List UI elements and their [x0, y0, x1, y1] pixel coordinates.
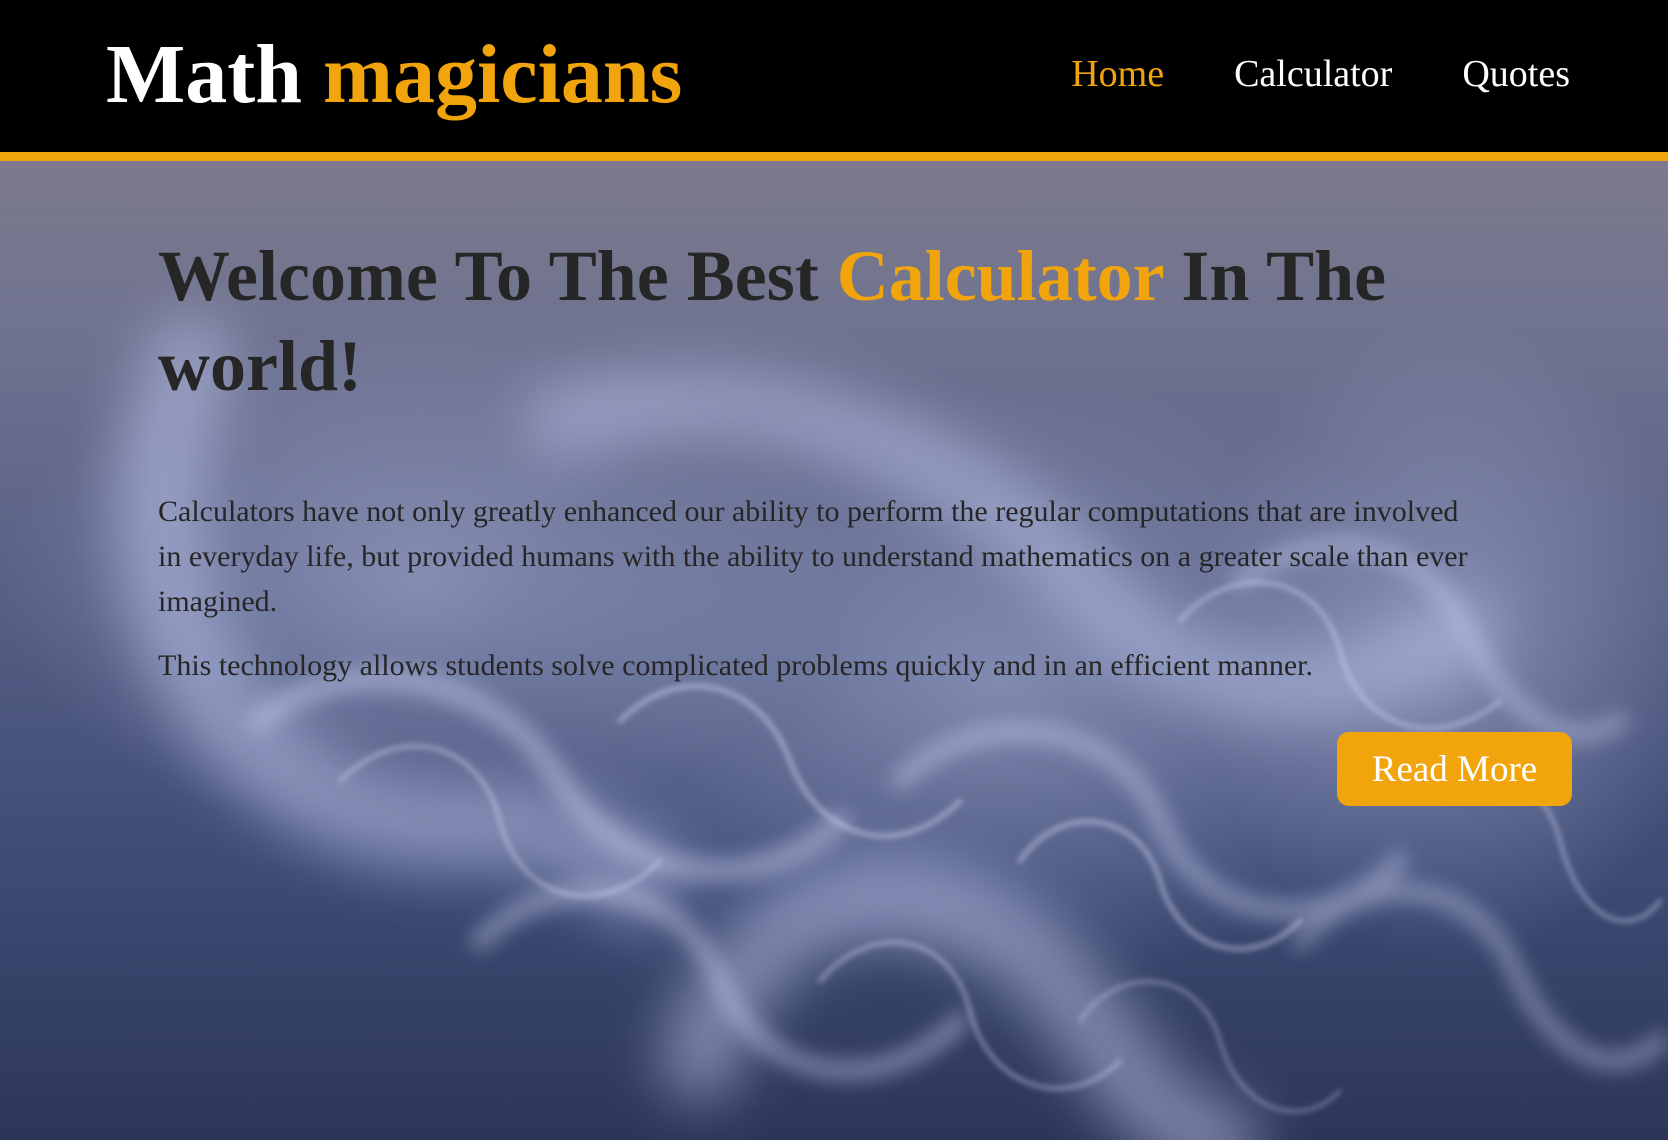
- hero-section: Welcome To The Best Calculator In The wo…: [0, 161, 1668, 1140]
- nav-link-home[interactable]: Home: [1071, 55, 1164, 93]
- hero-title-part1: Welcome To The Best: [158, 236, 819, 316]
- read-more-button[interactable]: Read More: [1337, 732, 1572, 806]
- hero-title-accent: Calculator: [836, 236, 1164, 316]
- hero-title: Welcome To The Best Calculator In The wo…: [158, 231, 1488, 411]
- hero-paragraph-2: This technology allows students solve co…: [158, 649, 1314, 682]
- main-nav: Home Calculator Quotes: [1071, 55, 1570, 93]
- site-header: Math magicians Home Calculator Quotes: [0, 0, 1668, 161]
- logo-text-math: Math: [106, 28, 302, 121]
- page: Math magicians Home Calculator Quotes We…: [0, 0, 1668, 1140]
- nav-link-calculator[interactable]: Calculator: [1234, 55, 1392, 93]
- nav-link-quotes[interactable]: Quotes: [1462, 55, 1570, 93]
- logo-text-magicians: magicians: [322, 28, 683, 121]
- site-logo[interactable]: Math magicians: [106, 33, 682, 117]
- hero-paragraph-1: Calculators have not only greatly enhanc…: [158, 495, 1468, 618]
